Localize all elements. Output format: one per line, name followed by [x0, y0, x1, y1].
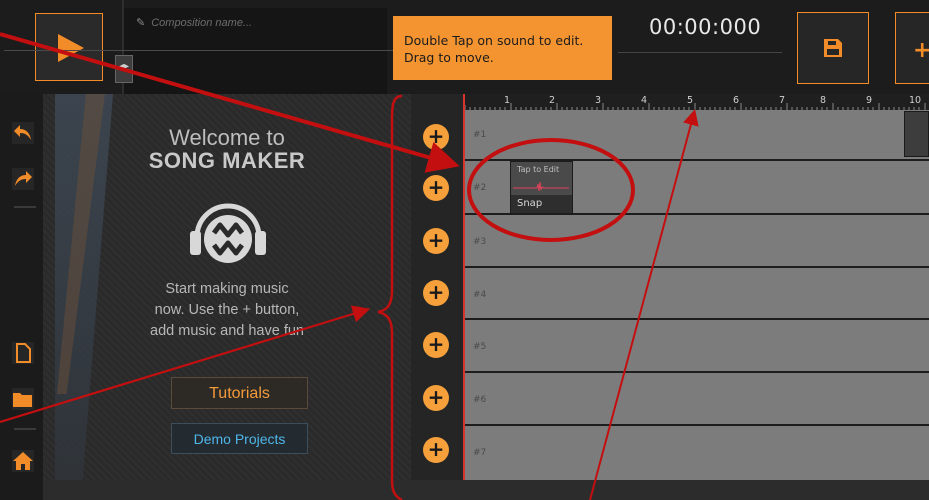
tooltip-line2: Drag to move. [404, 50, 494, 65]
plus-icon: + [427, 228, 445, 252]
welcome-title-line1: Welcome to [169, 125, 285, 150]
left-toolbar [0, 94, 43, 500]
song-maker-app: ✎ Composition name... ◂▸ Double Tap on so… [0, 0, 929, 500]
add-sound-button-5[interactable]: + [423, 332, 449, 358]
track-number: #5 [473, 342, 487, 352]
welcome-title-line2: SONG MAKER [148, 148, 306, 173]
play-button[interactable] [35, 13, 103, 81]
ruler-tick-label: 7 [779, 95, 786, 106]
ruler-tick-label: 1 [504, 95, 511, 106]
sound-clip-partial[interactable] [904, 111, 929, 157]
ruler-tick-label: 8 [820, 95, 827, 106]
plus-icon: + [427, 280, 445, 304]
toolbar-separator [14, 428, 36, 430]
timeline-line [4, 50, 394, 51]
add-sound-button-3[interactable]: + [423, 228, 449, 254]
plus-icon: + [427, 124, 445, 148]
add-track-column: + + + + + + + [411, 94, 463, 500]
clip-hint: Tap to Edit [517, 165, 560, 174]
welcome-title: Welcome to SONG MAKER [43, 126, 411, 172]
tutorials-button[interactable]: Tutorials [171, 377, 308, 409]
composition-name-field[interactable]: ✎ Composition name... [136, 16, 252, 29]
composition-area[interactable]: ✎ Composition name... [124, 8, 387, 94]
track-lane-1[interactable]: #1 [465, 110, 929, 159]
home-icon [13, 452, 33, 470]
track-number: #2 [473, 183, 487, 193]
add-sound-button-6[interactable]: + [423, 385, 449, 411]
add-sound-button-2[interactable]: + [423, 175, 449, 201]
welcome-description: Start making music now. Use the + button… [43, 279, 411, 342]
new-file-button[interactable] [12, 342, 34, 364]
pencil-icon: ✎ [136, 17, 146, 29]
track-lane-7[interactable]: #7 [465, 424, 929, 478]
ruler-tick-label: 9 [866, 95, 873, 106]
hint-tooltip: Double Tap on sound to edit. Drag to move… [393, 16, 612, 80]
plus-icon: + [427, 385, 445, 409]
composition-name-placeholder: Composition name... [151, 17, 253, 29]
sound-clip-snap[interactable]: Tap to Edit Snap [510, 161, 573, 214]
drag-arrows-icon: ◂▸ [119, 61, 130, 72]
home-button[interactable] [12, 450, 34, 472]
open-folder-button[interactable] [12, 388, 34, 410]
redo-button[interactable] [12, 168, 34, 190]
welcome-text-line3: add music and have fun [150, 323, 304, 339]
ruler-tick-label: 10 [909, 95, 922, 106]
add-sound-button-4[interactable]: + [423, 280, 449, 306]
undo-icon [14, 125, 31, 140]
undo-button[interactable] [12, 122, 34, 144]
ruler-tick-label: 5 [687, 95, 694, 106]
welcome-text-line2: now. Use the + button, [154, 302, 300, 318]
timeline-ruler[interactable]: 1 2 3 4 5 6 7 8 9 10 [465, 94, 929, 110]
ruler-ticks [465, 103, 926, 110]
headphones-logo-icon [190, 203, 266, 263]
playhead-line [463, 94, 465, 500]
track-lane-4[interactable]: #4 [465, 266, 929, 318]
more-button[interactable]: + [895, 12, 929, 84]
ruler-tick-label: 6 [733, 95, 740, 106]
track-number: #6 [473, 395, 487, 405]
playhead-handle[interactable]: ◂▸ [115, 55, 133, 83]
track-lane-6[interactable]: #6 [465, 371, 929, 424]
ruler-tick-label: 2 [549, 95, 556, 106]
save-button[interactable] [797, 12, 869, 84]
time-display: 00:00:000 [649, 15, 762, 39]
timer-underline [618, 52, 782, 53]
tooltip-line1: Double Tap on sound to edit. [404, 33, 584, 48]
new-file-icon [16, 343, 31, 363]
top-toolbar: ✎ Composition name... ◂▸ Double Tap on so… [0, 0, 929, 95]
save-icon [824, 39, 842, 57]
track-lane-5[interactable]: #5 [465, 318, 929, 371]
plus-icon: + [427, 332, 445, 356]
demo-projects-button[interactable]: Demo Projects [171, 423, 308, 454]
track-number: #1 [473, 130, 487, 140]
clip-waveform [513, 181, 569, 192]
ruler-tick-label: 3 [595, 95, 602, 106]
clip-name: Snap [511, 195, 572, 213]
welcome-panel: Welcome to SONG MAKER Start making music… [43, 94, 411, 500]
plus-icon: + [427, 437, 445, 461]
track-number: #4 [473, 290, 487, 300]
play-icon [58, 34, 84, 62]
folder-icon [13, 393, 32, 407]
track-number: #3 [473, 237, 487, 247]
ruler-tick-label: 4 [641, 95, 648, 106]
track-number: #7 [473, 448, 487, 458]
track-lane-3[interactable]: #3 [465, 213, 929, 266]
add-sound-button-7[interactable]: + [423, 437, 449, 463]
welcome-text-line1: Start making music [165, 281, 289, 297]
plus-icon: + [427, 175, 445, 199]
more-icon: + [913, 38, 929, 63]
redo-icon [15, 171, 32, 186]
bottom-bar [43, 480, 929, 500]
toolbar-separator [14, 206, 36, 208]
add-sound-button-1[interactable]: + [423, 124, 449, 150]
